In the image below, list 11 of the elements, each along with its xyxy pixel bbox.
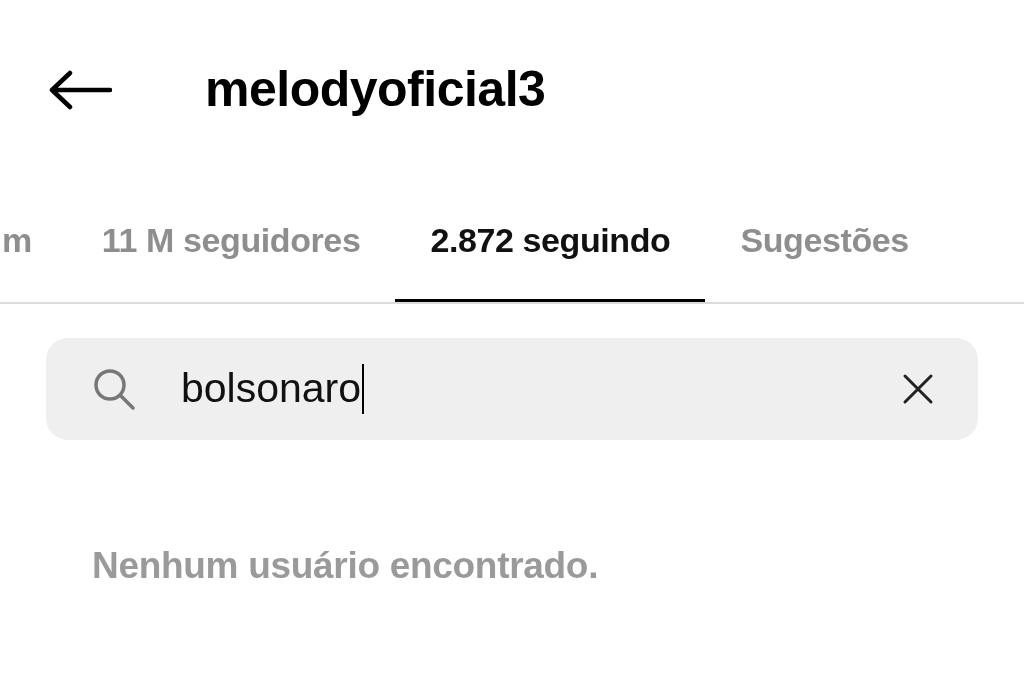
- tab[interactable]: 11 M seguidores: [66, 180, 396, 302]
- search-icon: [92, 367, 136, 411]
- text-cursor: [362, 364, 365, 414]
- empty-message: Nenhum usuário encontrado.: [92, 544, 600, 588]
- clear-icon[interactable]: [902, 373, 934, 405]
- tab[interactable]: m: [0, 180, 67, 302]
- tab[interactable]: 2.872 seguindo: [395, 180, 706, 302]
- tab[interactable]: Sugestões: [705, 180, 944, 302]
- profile-username: melodyoficial3: [205, 59, 546, 119]
- search-field[interactable]: bolsonaro: [46, 338, 978, 440]
- back-arrow-icon[interactable]: [48, 70, 112, 110]
